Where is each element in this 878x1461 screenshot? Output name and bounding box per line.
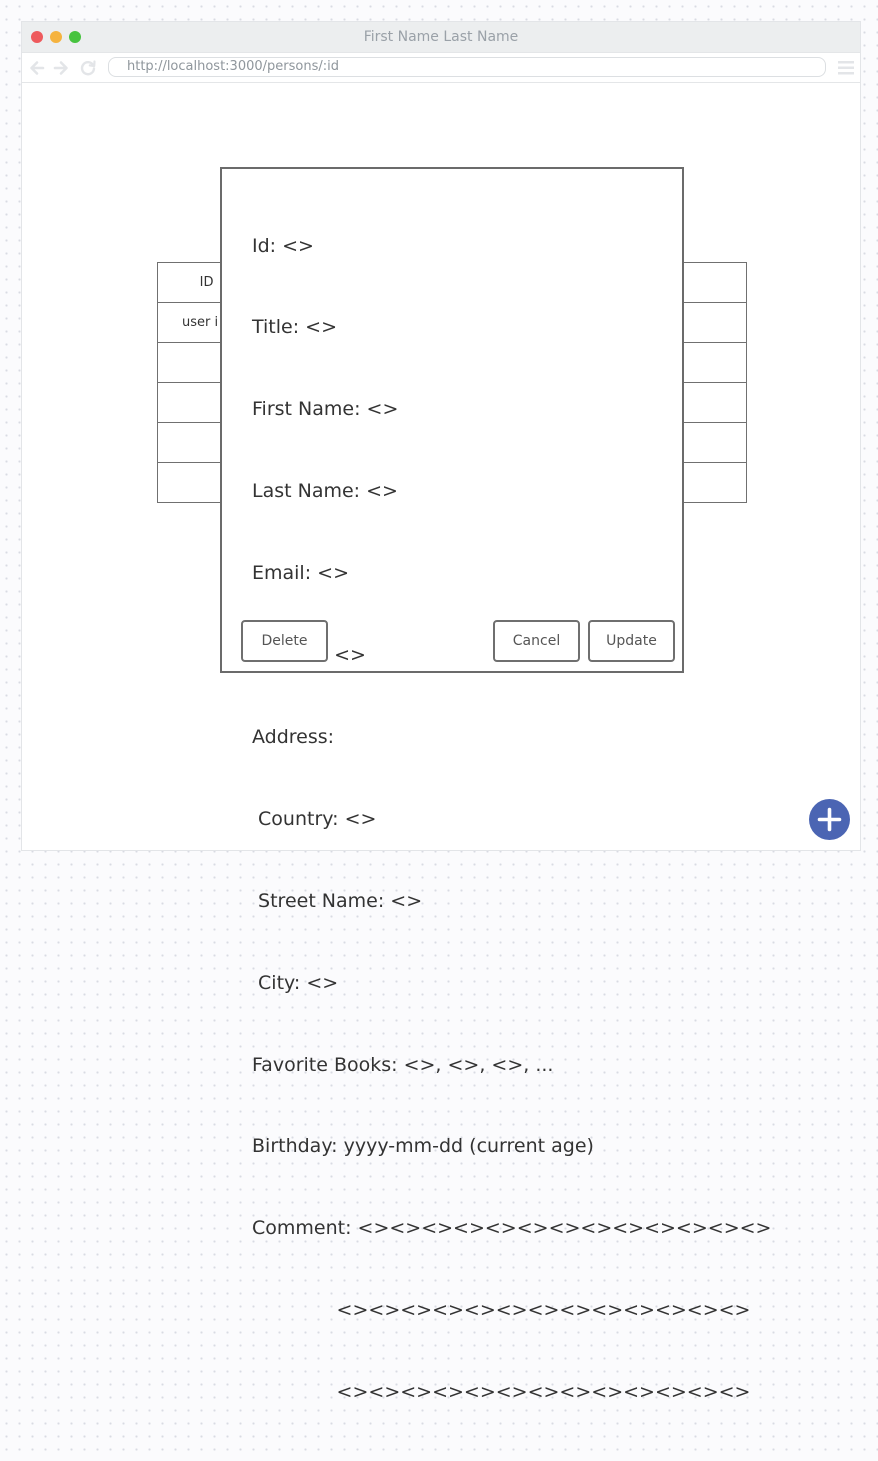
add-person-button[interactable] xyxy=(809,799,850,840)
field-id: Id: <> xyxy=(252,234,314,257)
field-email: Email: <> xyxy=(252,562,349,585)
window-title: First Name Last Name xyxy=(363,29,519,45)
field-last-name: Last Name: <> xyxy=(252,480,398,503)
title-bar: First Name Last Name xyxy=(22,22,860,53)
field-comment-line-3: <><><><><><><><><><><><><> xyxy=(252,1381,751,1404)
field-country: Country: <> xyxy=(252,807,377,830)
person-detail-modal: Id: <> Title: <> First Name: <> Last Nam… xyxy=(220,167,771,1403)
update-button[interactable]: Update xyxy=(588,620,675,662)
arrow-right-icon[interactable] xyxy=(52,59,70,77)
address-bar[interactable]: http://localhost:3000/persons/:id xyxy=(108,57,826,77)
field-title: Title: <> xyxy=(252,316,337,339)
field-street-name: Street Name: <> xyxy=(252,889,423,912)
field-comment: Comment: <><><><><><><><><><><><><> xyxy=(252,1217,772,1240)
cancel-button[interactable]: Cancel xyxy=(493,620,580,662)
field-first-name: First Name: <> xyxy=(252,398,399,421)
browser-toolbar: http://localhost:3000/persons/:id xyxy=(22,53,860,83)
field-favorite-books: Favorite Books: <>, <>, <>, ... xyxy=(252,1053,554,1076)
hamburger-menu-icon[interactable] xyxy=(838,61,854,75)
reload-icon[interactable] xyxy=(79,59,97,77)
arrow-left-icon[interactable] xyxy=(28,59,46,77)
field-comment-line-2: <><><><><><><><><><><><><> xyxy=(252,1299,751,1322)
person-fields: Id: <> Title: <> First Name: <> Last Nam… xyxy=(252,178,771,1461)
plus-icon xyxy=(817,807,842,832)
field-address: Address: xyxy=(252,725,335,748)
field-city: City: <> xyxy=(252,971,339,994)
field-birthday: Birthday: yyyy-mm-dd (current age) xyxy=(252,1135,594,1158)
delete-button[interactable]: Delete xyxy=(241,620,328,662)
